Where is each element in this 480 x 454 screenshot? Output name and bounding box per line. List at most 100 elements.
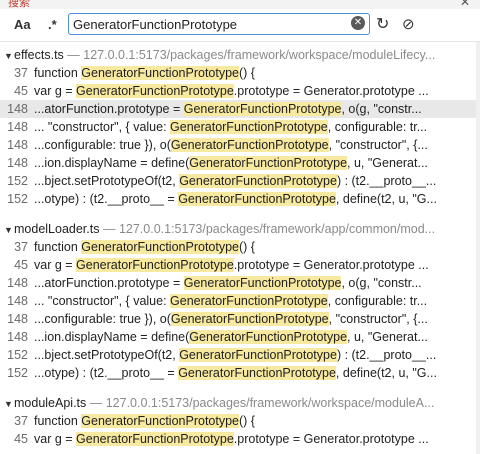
match-highlight: GeneratorFunctionPrototype bbox=[178, 366, 336, 380]
file-path-sep: — bbox=[63, 48, 84, 62]
file-path: 127.0.0.1:5173/packages/framework/app/co… bbox=[118, 222, 436, 236]
file-name: moduleApi.ts bbox=[14, 396, 87, 410]
match-row[interactable]: 148 ...ion.displayName = define(Generator… bbox=[0, 328, 476, 346]
match-highlight: GeneratorFunctionPrototype bbox=[183, 276, 342, 290]
chevron-down-icon[interactable]: ▼ bbox=[4, 395, 14, 412]
match-prefix: ...ion.displayName = define( bbox=[34, 156, 190, 170]
line-number: 152 bbox=[7, 174, 28, 188]
match-row[interactable]: 148 ... "constructor", { value: Generator… bbox=[0, 292, 476, 310]
match-row[interactable]: 148 ...atorFunction.prototype = Generator… bbox=[0, 274, 476, 292]
match-prefix: ...ion.displayName = define( bbox=[34, 330, 190, 344]
match-row[interactable]: 45 var g = GeneratorFunctionPrototype.pro… bbox=[0, 82, 476, 100]
regex-button[interactable]: .* bbox=[48, 15, 57, 35]
line-number: 152 bbox=[7, 348, 28, 362]
match-highlight: GeneratorFunctionPrototype bbox=[178, 192, 336, 206]
match-highlight: GeneratorFunctionPrototype bbox=[179, 348, 337, 362]
match-row[interactable]: 148 ...ion.displayName = define(Generator… bbox=[0, 154, 476, 172]
line-number: 148 bbox=[7, 120, 28, 134]
match-row[interactable]: 37 function GeneratorFunctionPrototype() … bbox=[0, 412, 476, 430]
result-group: ▼effects.ts — 127.0.0.1:5173/packages/fr… bbox=[0, 46, 476, 208]
file-name: effects.ts bbox=[14, 48, 64, 62]
result-group-header[interactable]: ▼modelLoader.ts — 127.0.0.1:5173/package… bbox=[0, 220, 476, 238]
match-suffix: , u, "Generat... bbox=[347, 330, 428, 344]
match-case-button[interactable]: Aa bbox=[14, 15, 31, 35]
match-suffix: , o(g, "constr... bbox=[341, 276, 422, 290]
match-suffix: , define(t2, u, "G... bbox=[335, 366, 437, 380]
match-prefix: ...bject.setPrototypeOf(t2, bbox=[34, 174, 180, 188]
search-box: ✕ bbox=[68, 13, 370, 35]
line-number: 37 bbox=[14, 414, 28, 428]
match-row[interactable]: 148 ...configurable: true }), o(Generator… bbox=[0, 310, 476, 328]
line-number: 37 bbox=[14, 240, 28, 254]
match-suffix: , u, "Generat... bbox=[347, 156, 428, 170]
clear-search-icon[interactable]: ✕ bbox=[351, 16, 365, 30]
search-input[interactable] bbox=[73, 15, 343, 33]
file-path-sep: — bbox=[86, 396, 106, 410]
match-highlight: GeneratorFunctionPrototype bbox=[81, 414, 239, 428]
match-suffix: () { bbox=[239, 414, 255, 428]
match-row[interactable]: 152 ...bject.setPrototypeOf(t2, Generator… bbox=[0, 172, 476, 190]
search-toolbar: Aa .* ✕ ↻ ⊘ bbox=[0, 9, 480, 42]
scrollbar[interactable] bbox=[476, 42, 480, 454]
match-suffix: , configurable: tr... bbox=[327, 120, 428, 134]
line-number: 37 bbox=[14, 66, 28, 80]
line-number: 148 bbox=[7, 330, 28, 344]
line-number: 148 bbox=[7, 294, 28, 308]
line-number: 45 bbox=[14, 258, 28, 272]
match-suffix: .prototype = Generator.prototype ... bbox=[233, 432, 429, 446]
match-row[interactable]: 152 ...otype) : (t2.__proto__ = Generator… bbox=[0, 364, 476, 382]
match-prefix: function bbox=[34, 240, 82, 254]
match-suffix: , define(t2, u, "G... bbox=[335, 192, 437, 206]
match-highlight: GeneratorFunctionPrototype bbox=[170, 312, 329, 326]
line-number: 152 bbox=[7, 192, 28, 206]
line-number: 148 bbox=[7, 312, 28, 326]
line-number: 152 bbox=[7, 366, 28, 380]
chevron-down-icon[interactable]: ▼ bbox=[4, 221, 14, 238]
match-highlight: GeneratorFunctionPrototype bbox=[81, 240, 239, 254]
clear-results-icon[interactable]: ⊘ bbox=[402, 15, 415, 35]
match-prefix: function bbox=[34, 66, 82, 80]
match-highlight: GeneratorFunctionPrototype bbox=[170, 138, 329, 152]
match-highlight: GeneratorFunctionPrototype bbox=[179, 174, 337, 188]
match-row[interactable]: 37 function GeneratorFunctionPrototype() … bbox=[0, 238, 476, 256]
match-suffix: ) : (t2.__proto__... bbox=[336, 174, 437, 188]
match-highlight: GeneratorFunctionPrototype bbox=[76, 432, 234, 446]
line-number: 148 bbox=[7, 276, 28, 290]
file-path: 127.0.0.1:5173/packages/framework/worksp… bbox=[83, 48, 436, 62]
match-row[interactable]: 37 function GeneratorFunctionPrototype() … bbox=[0, 64, 476, 82]
match-prefix: ... "constructor", { value: bbox=[34, 294, 171, 308]
line-number: 148 bbox=[7, 102, 28, 116]
result-group-header[interactable]: ▼effects.ts — 127.0.0.1:5173/packages/fr… bbox=[0, 46, 476, 64]
line-number: 45 bbox=[14, 432, 28, 446]
match-suffix: ) : (t2.__proto__... bbox=[336, 348, 437, 362]
match-row-selected[interactable]: 148 ...atorFunction.prototype = Generator… bbox=[0, 100, 476, 118]
match-suffix: .prototype = Generator.prototype ... bbox=[233, 258, 429, 272]
match-row[interactable]: 148 ...configurable: true }), o(Generator… bbox=[0, 136, 476, 154]
match-prefix: ...configurable: true }), o( bbox=[34, 312, 171, 326]
match-suffix: , "constructor", {... bbox=[328, 138, 428, 152]
match-row[interactable]: 45 var g = GeneratorFunctionPrototype.pro… bbox=[0, 256, 476, 274]
match-highlight: GeneratorFunctionPrototype bbox=[189, 156, 348, 170]
match-highlight: GeneratorFunctionPrototype bbox=[76, 84, 234, 98]
match-row[interactable]: 152 ...bject.setPrototypeOf(t2, Generator… bbox=[0, 346, 476, 364]
match-row[interactable]: 152 ...otype) : (t2.__proto__ = Generator… bbox=[0, 190, 476, 208]
match-prefix: function bbox=[34, 414, 82, 428]
match-highlight: GeneratorFunctionPrototype bbox=[170, 294, 328, 308]
chevron-down-icon[interactable]: ▼ bbox=[4, 47, 14, 64]
file-name: modelLoader.ts bbox=[14, 222, 100, 236]
match-row[interactable]: 148 ... "constructor", { value: Generator… bbox=[0, 118, 476, 136]
match-highlight: GeneratorFunctionPrototype bbox=[183, 102, 342, 116]
match-prefix: ... "constructor", { value: bbox=[34, 120, 171, 134]
search-results: ▼effects.ts — 127.0.0.1:5173/packages/fr… bbox=[0, 42, 476, 454]
panel-tab-strip: 搜索 ✕ bbox=[0, 0, 480, 9]
match-prefix: var g = bbox=[34, 258, 77, 272]
match-suffix: , o(g, "constr... bbox=[341, 102, 422, 116]
match-prefix: ...otype) : (t2.__proto__ = bbox=[34, 192, 179, 206]
result-group-header[interactable]: ▼moduleApi.ts — 127.0.0.1:5173/packages/… bbox=[0, 394, 476, 412]
match-highlight: GeneratorFunctionPrototype bbox=[81, 66, 239, 80]
match-row[interactable]: 45 var g = GeneratorFunctionPrototype.pro… bbox=[0, 430, 476, 448]
refresh-icon[interactable]: ↻ bbox=[376, 15, 389, 35]
match-suffix: , "constructor", {... bbox=[328, 312, 428, 326]
close-icon[interactable]: ✕ bbox=[460, 0, 470, 9]
match-suffix: () { bbox=[239, 66, 255, 80]
